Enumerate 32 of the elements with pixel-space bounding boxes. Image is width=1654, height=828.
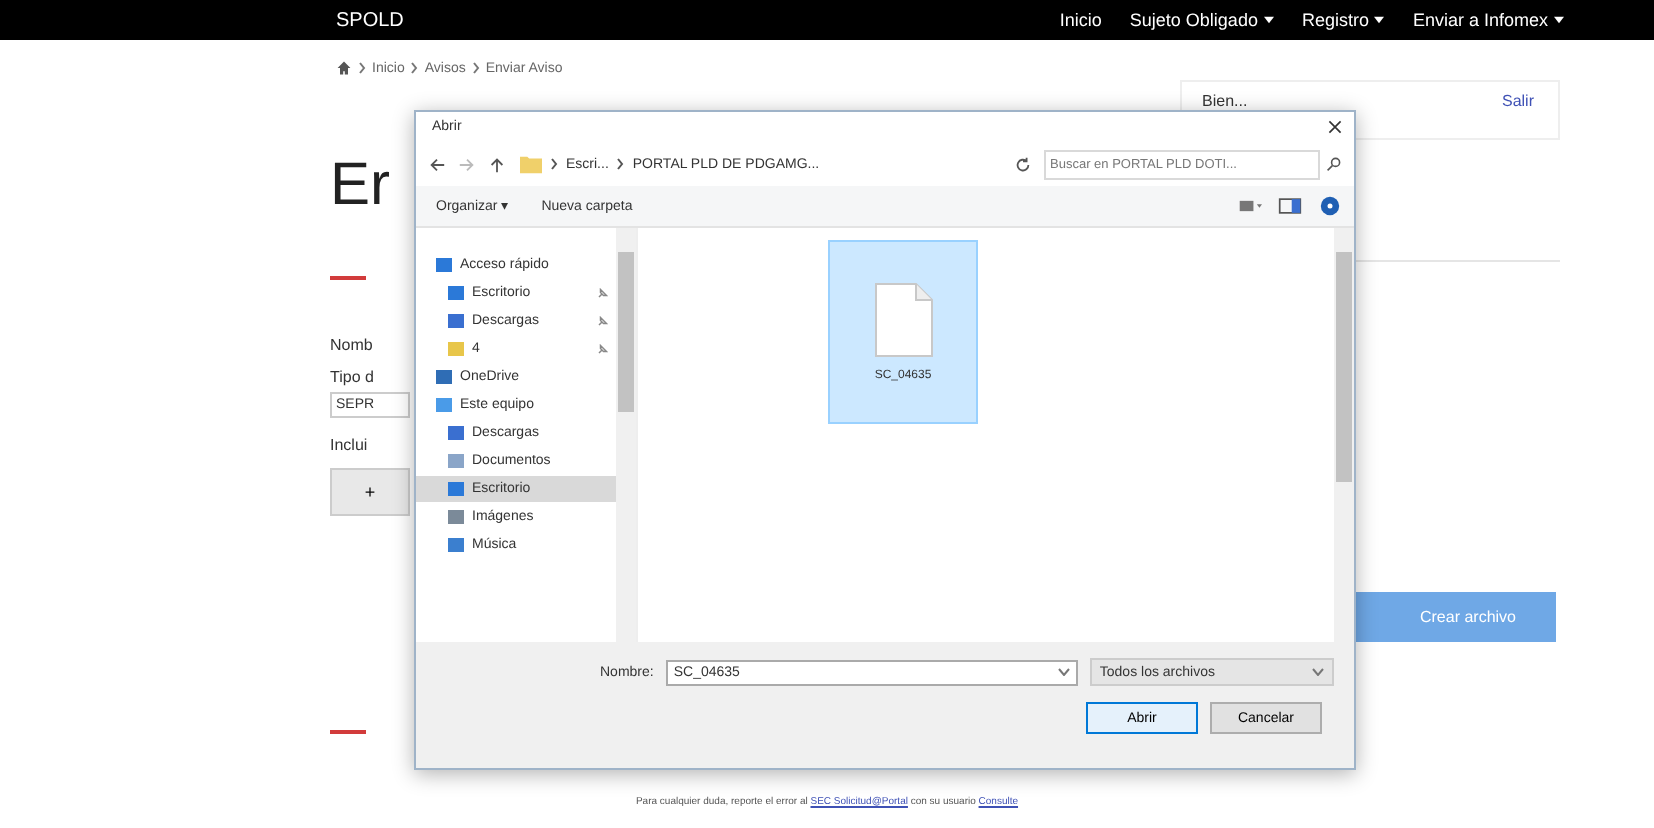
logout-link[interactable]: Salir	[1501, 92, 1534, 110]
caret-icon	[1263, 16, 1274, 24]
home-icon[interactable]	[336, 60, 352, 76]
caret-icon	[1554, 16, 1564, 24]
view-icon[interactable]	[1238, 196, 1262, 216]
nav-link[interactable]: Registro	[1301, 10, 1385, 30]
chevron-icon	[358, 62, 366, 74]
preview-pane-icon[interactable]	[1278, 196, 1302, 216]
chevron-icon	[410, 62, 419, 74]
scrollbar[interactable]	[616, 228, 636, 642]
form-label: Tipo d	[330, 368, 374, 386]
up-icon[interactable]	[488, 155, 506, 173]
nav-link[interactable]: Sujeto Obligado	[1129, 10, 1274, 30]
chevron-icon	[550, 158, 558, 170]
chevron-icon	[616, 158, 625, 170]
back-icon[interactable]	[428, 155, 446, 173]
site-logo[interactable]: SPOLD	[336, 9, 404, 31]
form-label: Inclui	[330, 436, 368, 454]
caret-icon	[1374, 16, 1385, 24]
search-icon	[1326, 156, 1342, 172]
scrollbar[interactable]	[1334, 228, 1354, 642]
user-label: Bien...	[1202, 92, 1248, 110]
refresh-icon[interactable]	[1014, 155, 1032, 173]
form-label: Nomb	[330, 336, 373, 354]
nav-link[interactable]: Inicio	[1059, 10, 1102, 30]
add-button[interactable]: +	[330, 468, 410, 516]
page-heading: Er	[330, 152, 390, 220]
chevron-icon	[471, 62, 480, 74]
document-icon	[873, 282, 933, 358]
close-icon[interactable]	[1328, 120, 1342, 134]
nav-link[interactable]: Enviar a Infomex	[1412, 10, 1564, 30]
help-icon[interactable]	[1318, 196, 1342, 216]
